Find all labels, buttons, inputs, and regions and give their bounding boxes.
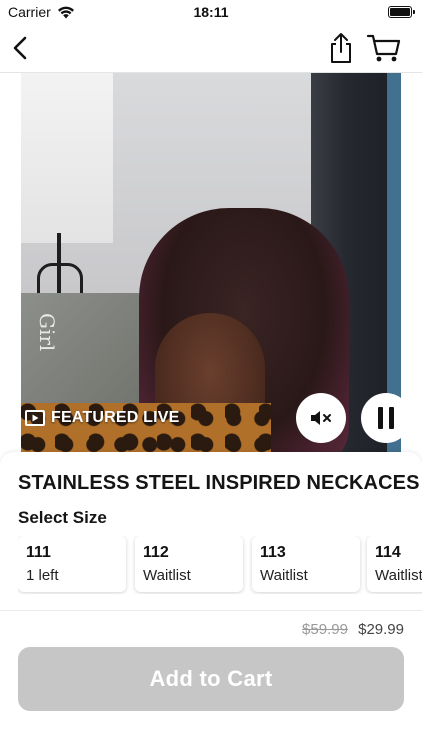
speaker-mute-icon [311,411,331,425]
pillow-text: Girl [35,313,59,352]
size-name: 114 [375,544,401,561]
play-rectangle-icon [25,410,45,426]
featured-live-label: FEATURED LIVE [51,409,180,426]
size-name: 111 [26,544,51,561]
status-bar: Carrier 18:11 [0,0,422,26]
lamp-shade [21,73,113,243]
size-option-113[interactable]: 113 Waitlist [252,536,360,592]
price-row: $59.99 $29.99 [302,621,404,638]
original-price: $59.99 [302,621,348,638]
featured-live-badge: FEATURED LIVE [25,407,180,429]
size-option-114[interactable]: 114 Waitlist [367,536,422,592]
clock-time: 18:11 [193,4,229,20]
product-sheet: STAINLESS STEEL INSPIRED NECKACES Select… [0,452,422,612]
pause-icon [378,407,394,429]
live-video-player[interactable]: Girl FEATURED LIVE [21,73,401,453]
share-icon[interactable] [326,32,356,64]
cart-icon[interactable] [366,32,402,64]
size-name: 113 [260,544,286,561]
select-size-label: Select Size [18,508,107,527]
size-status: Waitlist [260,567,308,584]
size-status: 1 left [26,567,59,584]
mute-button[interactable] [296,393,346,443]
size-name: 112 [143,544,169,561]
size-options[interactable]: 111 1 left 112 Waitlist 113 Waitlist 114… [18,536,422,594]
back-chevron-icon[interactable] [8,34,36,62]
sale-price: $29.99 [358,621,404,638]
size-status: Waitlist [143,567,191,584]
nav-bar [0,26,422,73]
size-option-111[interactable]: 111 1 left [18,536,126,592]
product-title: STAINLESS STEEL INSPIRED NECKACES [18,472,420,494]
purchase-footer: $59.99 $29.99 Add to Cart [0,610,422,751]
size-option-112[interactable]: 112 Waitlist [135,536,243,592]
add-to-cart-button[interactable]: Add to Cart [18,647,404,711]
battery-icon [388,6,415,18]
size-status: Waitlist [375,567,422,584]
